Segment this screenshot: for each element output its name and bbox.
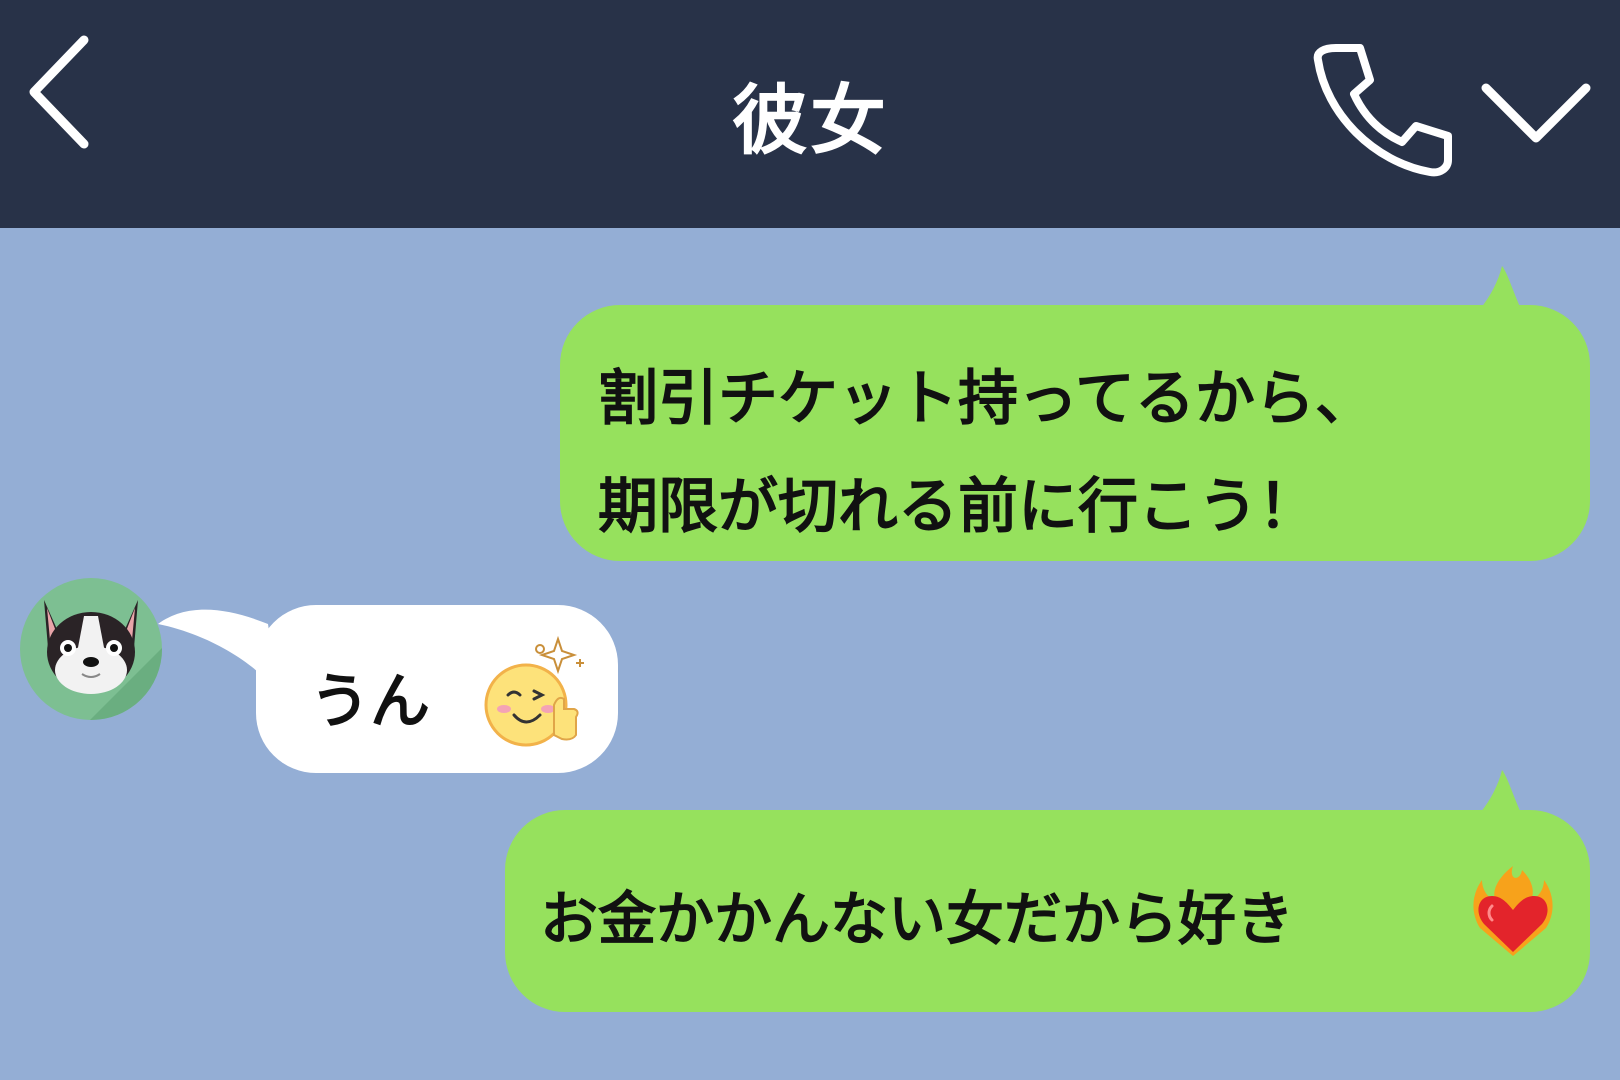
message-text-line: 期限が切れる前に行こう！ [598,472,1318,542]
call-button[interactable] [1308,38,1458,178]
chevron-down-icon [1481,83,1591,143]
contact-avatar[interactable] [20,578,162,720]
message-bubble-outgoing[interactable]: お金かかんない女だから好き [505,810,1590,1012]
message-text: お金かかんない女だから好き [540,885,1295,953]
message-text: うん [310,667,430,737]
chat-header: 彼女 [0,0,1620,228]
heart-on-fire-icon [1473,866,1553,956]
phone-icon [1313,44,1452,177]
chevron-left-icon [29,35,89,149]
back-button[interactable] [20,30,100,155]
message-text-line: 割引チケット持ってるから、 [598,364,1375,434]
message-bubble-outgoing[interactable]: 割引チケット持ってるから、 期限が切れる前に行こう！ [560,305,1590,561]
wink-thumbsup-emoji-icon [484,635,584,747]
menu-button[interactable] [1476,70,1596,160]
dog-icon [44,600,162,720]
